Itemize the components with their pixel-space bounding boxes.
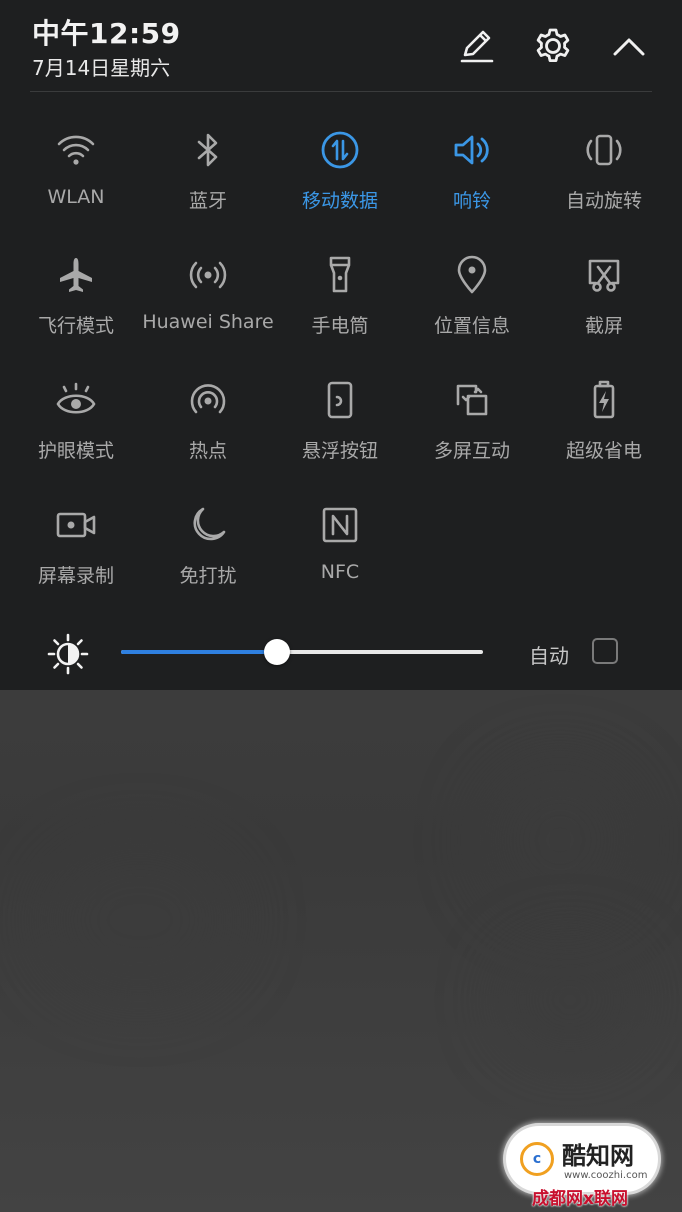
tile-bluetooth[interactable]: 蓝牙 — [142, 112, 274, 222]
nfc-icon — [322, 507, 358, 543]
background-blur — [480, 760, 640, 920]
collapse-button[interactable] — [609, 26, 649, 66]
tile-auto-rotate[interactable]: 自动旋转 — [538, 112, 670, 222]
gear-icon — [536, 28, 570, 62]
watermark-title: 酷知网 — [562, 1142, 634, 1170]
tile-airplane-mode[interactable]: 飞行模式 — [10, 237, 142, 347]
tile-location[interactable]: 位置信息 — [406, 237, 538, 347]
tile-label: 自动旋转 — [565, 190, 642, 212]
clock: 中午12:59 — [32, 17, 181, 50]
watermark-bottom-text: 成都网x联网 — [532, 1189, 628, 1209]
tile-label: 多屏互动 — [433, 440, 510, 462]
tile-huawei-share[interactable]: Huawei Share — [142, 237, 274, 347]
brightness-slider[interactable] — [121, 639, 483, 665]
tile-do-not-disturb[interactable]: 免打扰 — [142, 487, 274, 597]
tile-mobile-data[interactable]: 移动数据 — [274, 112, 406, 222]
tile-label: 蓝牙 — [188, 190, 227, 212]
chevron-up-icon — [613, 38, 645, 56]
tile-label: Huawei Share — [142, 311, 274, 333]
background-blur — [500, 940, 640, 1060]
hotspot-icon — [190, 384, 226, 414]
tile-label: 屏幕录制 — [37, 565, 114, 587]
pencil-icon — [460, 30, 494, 63]
auto-rotate-icon — [586, 134, 622, 166]
tile-label: 护眼模式 — [37, 440, 114, 462]
multi-screen-icon — [456, 384, 488, 416]
date: 7月14日星期六 — [32, 56, 171, 80]
watermark-logo-icon: c — [520, 1142, 554, 1176]
shade-header: 中午12:59 7月14日星期六 — [0, 0, 682, 92]
tile-multi-screen[interactable]: 多屏互动 — [406, 362, 538, 472]
background-blur — [40, 840, 240, 1000]
tile-screen-record[interactable]: 屏幕录制 — [10, 487, 142, 597]
phone-screen: 中午12:59 7月14日星期六 WLAN 蓝牙 移动数据 响铃 自动旋转 飞行… — [0, 0, 682, 1212]
tile-label: NFC — [320, 561, 360, 583]
watermark-url: www.coozhi.com — [564, 1170, 648, 1181]
tile-wlan[interactable]: WLAN — [10, 112, 142, 222]
moon-icon — [193, 507, 226, 541]
tile-label: 飞行模式 — [37, 315, 114, 337]
tile-label: 热点 — [188, 440, 227, 462]
auto-brightness-label: 自动 — [529, 644, 569, 668]
screen-record-icon — [56, 512, 96, 538]
edit-button[interactable] — [457, 26, 497, 66]
brightness-row: 自动 — [0, 618, 682, 688]
battery-saver-icon — [593, 380, 615, 419]
watermark-badge: c 酷知网 www.coozhi.com — [506, 1126, 658, 1192]
airplane-icon — [60, 258, 92, 292]
wifi-icon — [57, 135, 95, 165]
screenshot-icon — [588, 259, 620, 292]
speaker-icon — [454, 135, 489, 165]
floating-button-icon — [327, 381, 353, 419]
tile-label: WLAN — [47, 186, 105, 208]
tile-battery-saver[interactable]: 超级省电 — [538, 362, 670, 472]
eye-icon — [56, 382, 96, 414]
auto-brightness-checkbox[interactable] — [592, 638, 618, 664]
notification-shade: 中午12:59 7月14日星期六 WLAN 蓝牙 移动数据 响铃 自动旋转 飞行… — [0, 0, 682, 690]
brightness-slider-fill — [121, 650, 277, 654]
mobile-data-icon — [321, 131, 359, 169]
tile-label: 免打扰 — [179, 565, 237, 587]
huawei-share-icon — [189, 261, 227, 289]
tile-label: 截屏 — [584, 315, 623, 337]
flashlight-icon — [329, 256, 351, 293]
tile-label: 位置信息 — [433, 315, 510, 337]
tile-label: 响铃 — [452, 190, 491, 212]
tile-screenshot[interactable]: 截屏 — [538, 237, 670, 347]
tile-label: 手电筒 — [311, 315, 369, 337]
tile-label: 超级省电 — [565, 440, 642, 462]
settings-button[interactable] — [533, 26, 573, 66]
tile-ringer[interactable]: 响铃 — [406, 112, 538, 222]
tile-label: 悬浮按钮 — [301, 440, 378, 462]
tile-label: 移动数据 — [301, 190, 378, 212]
header-divider — [30, 91, 652, 92]
brightness-icon — [47, 633, 89, 675]
tile-nfc[interactable]: NFC — [274, 487, 406, 597]
tile-hotspot[interactable]: 热点 — [142, 362, 274, 472]
tile-flashlight[interactable]: 手电筒 — [274, 237, 406, 347]
brightness-slider-thumb[interactable] — [263, 639, 290, 665]
tile-floating-button[interactable]: 悬浮按钮 — [274, 362, 406, 472]
bluetooth-icon — [197, 133, 218, 167]
watermark: c 酷知网 www.coozhi.com 成都网x联网 — [502, 1122, 662, 1209]
tile-eye-comfort[interactable]: 护眼模式 — [10, 362, 142, 472]
location-pin-icon — [457, 255, 487, 294]
